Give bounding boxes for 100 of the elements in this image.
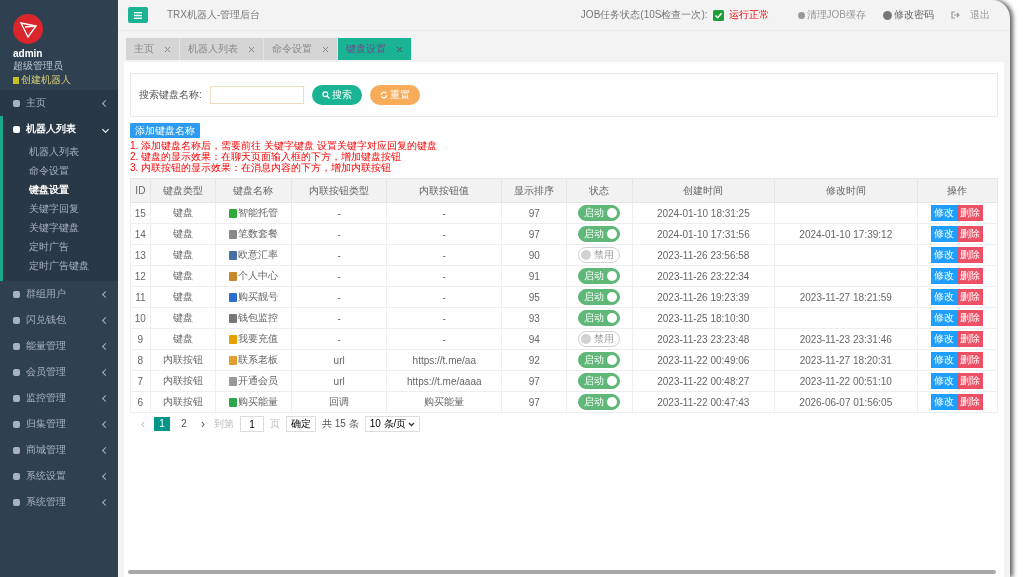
table-cell: 93: [501, 307, 567, 329]
submenu-item[interactable]: 机器人列表: [3, 142, 118, 161]
add-keyboard-button[interactable]: 添加键盘名称: [130, 123, 200, 138]
table-cell: 键盘: [150, 244, 216, 266]
table-cell: -: [291, 202, 387, 224]
search-button[interactable]: 搜索: [311, 85, 362, 105]
tab[interactable]: 命令设置: [264, 38, 338, 60]
status-switch[interactable]: 禁用: [578, 331, 621, 347]
table-cell: 6: [130, 391, 151, 413]
menu-item[interactable]: 监控管理: [0, 385, 118, 411]
menu-item[interactable]: 能量管理: [0, 333, 118, 359]
table-cell: 2023-11-22 00:47:43: [632, 391, 775, 413]
delete-button[interactable]: 删除: [957, 331, 984, 347]
status-switch[interactable]: 启动: [578, 205, 621, 221]
search-field[interactable]: [209, 86, 304, 104]
edit-button[interactable]: 修改: [931, 226, 958, 242]
table-cell: 2024-01-10 17:39:12: [799, 228, 893, 240]
table-cell: 94: [501, 328, 567, 350]
edit-button[interactable]: 修改: [931, 331, 958, 347]
menu-item[interactable]: 系统设置: [0, 463, 118, 489]
table-cell: 键盘: [150, 307, 216, 329]
delete-button[interactable]: 删除: [957, 289, 984, 305]
column-header: 显示排序: [501, 178, 567, 203]
menu-item[interactable]: 群组用户: [0, 281, 118, 307]
page-button[interactable]: 2: [176, 417, 192, 431]
close-icon[interactable]: [322, 45, 329, 53]
menu-item[interactable]: 主页: [0, 90, 118, 116]
status-switch[interactable]: 启动: [578, 268, 621, 284]
logout-link[interactable]: 退出: [951, 8, 990, 22]
table-cell: -: [291, 307, 387, 329]
close-icon[interactable]: [396, 45, 403, 53]
submenu-item[interactable]: 键盘设置: [3, 180, 118, 199]
page-button[interactable]: 1: [154, 417, 170, 431]
edit-button[interactable]: 修改: [931, 373, 958, 389]
delete-button[interactable]: 删除: [957, 394, 984, 410]
status-switch[interactable]: 启动: [578, 289, 621, 305]
status-switch[interactable]: 启动: [578, 394, 621, 410]
delete-button[interactable]: 删除: [957, 205, 984, 221]
table-cell: 内联按钮: [150, 391, 216, 413]
close-icon[interactable]: [164, 45, 171, 53]
table-cell: 14: [130, 223, 151, 245]
menu-item[interactable]: 归集管理: [0, 411, 118, 437]
table-cell: 91: [501, 265, 567, 287]
tab[interactable]: 键盘设置: [338, 38, 412, 60]
status-switch[interactable]: 启动: [578, 226, 621, 242]
submenu-item[interactable]: 关键字回复: [3, 199, 118, 218]
tab[interactable]: 主页: [126, 38, 180, 60]
horizontal-scrollbar[interactable]: [128, 570, 996, 574]
table-cell: 97: [501, 223, 567, 245]
edit-button[interactable]: 修改: [931, 352, 958, 368]
confirm-button[interactable]: 确定: [286, 416, 316, 432]
edit-button[interactable]: 修改: [931, 394, 958, 410]
tab[interactable]: 机器人列表: [180, 38, 264, 60]
status-switch[interactable]: 启动: [578, 373, 621, 389]
edit-button[interactable]: 修改: [931, 205, 958, 221]
page-size-select[interactable]: 10 条/页: [364, 416, 421, 432]
edit-button[interactable]: 修改: [931, 310, 958, 326]
user-role: 超级管理员: [13, 59, 64, 73]
clear-cache-link[interactable]: 清理JOB缓存: [797, 8, 866, 22]
table-cell: -: [291, 265, 387, 287]
table-cell: -: [291, 328, 387, 350]
submenu-item[interactable]: 关键字键盘: [3, 218, 118, 237]
delete-button[interactable]: 删除: [957, 247, 984, 263]
edit-button[interactable]: 修改: [931, 247, 958, 263]
status-switch[interactable]: 启动: [578, 310, 621, 326]
menu-item[interactable]: 会员管理: [0, 359, 118, 385]
user-name: admin: [13, 48, 44, 59]
page-input[interactable]: 1: [240, 416, 264, 432]
submenu-item[interactable]: 定时广告: [3, 237, 118, 256]
previous-page-button[interactable]: ‹: [138, 417, 148, 431]
next-page-button[interactable]: ›: [198, 417, 208, 431]
menu-item[interactable]: 商城管理: [0, 437, 118, 463]
change-password-link[interactable]: 修改密码: [883, 8, 934, 22]
status-switch[interactable]: 禁用: [578, 247, 621, 263]
menu-item[interactable]: 机器人列表: [3, 116, 118, 142]
menu-item[interactable]: 系统管理: [0, 489, 118, 515]
table-cell: -: [291, 223, 387, 245]
column-header: ID: [130, 178, 151, 203]
delete-button[interactable]: 删除: [957, 352, 984, 368]
delete-button[interactable]: 删除: [957, 268, 984, 284]
menu-button[interactable]: [128, 7, 148, 23]
table-cell: 11: [130, 286, 151, 308]
reset-button[interactable]: 重置: [369, 85, 420, 105]
table-cell: url: [291, 370, 387, 392]
delete-button[interactable]: 删除: [957, 310, 984, 326]
menu-item[interactable]: 闪兑钱包: [0, 307, 118, 333]
delete-button[interactable]: 删除: [957, 373, 984, 389]
delete-button[interactable]: 删除: [957, 226, 984, 242]
submenu-item[interactable]: 命令设置: [3, 161, 118, 180]
table-cell: -: [386, 286, 502, 308]
status-switch[interactable]: 启动: [578, 352, 621, 368]
create-bot-link[interactable]: 创建机器人: [13, 73, 118, 87]
close-icon[interactable]: [248, 45, 255, 53]
logout-icon: [951, 11, 960, 19]
table-cell: 内联按钮: [150, 370, 216, 392]
table-cell: 92: [501, 349, 567, 371]
edit-button[interactable]: 修改: [931, 268, 958, 284]
submenu-item[interactable]: 定时广告键盘: [3, 256, 118, 275]
table-cell: 7: [130, 370, 151, 392]
edit-button[interactable]: 修改: [931, 289, 958, 305]
